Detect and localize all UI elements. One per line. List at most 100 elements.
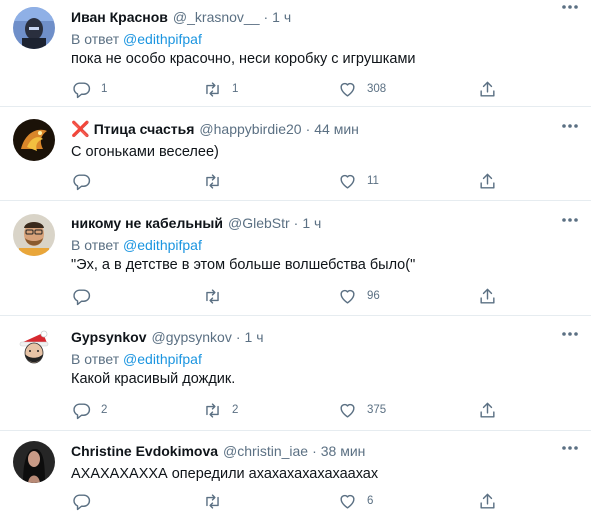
timestamp[interactable]: 1 ч — [302, 215, 321, 231]
timestamp[interactable]: 38 мин — [321, 443, 366, 459]
reply-button[interactable] — [72, 491, 101, 511]
retweet-icon — [206, 173, 219, 189]
tweet-actions: 96 — [72, 286, 512, 306]
timestamp[interactable]: 1 ч — [245, 329, 264, 345]
more-options-icon[interactable] — [561, 443, 579, 453]
share-icon — [480, 81, 495, 97]
reply-context: В ответ @edithpifpaf — [71, 235, 581, 255]
separator-dot: · — [263, 9, 269, 25]
more-options-icon[interactable] — [561, 121, 579, 131]
reply-context: В ответ @edithpifpaf — [71, 349, 581, 369]
reply-button[interactable] — [72, 171, 101, 191]
share-icon — [480, 173, 495, 189]
author-name[interactable]: Christine Evdokimova — [71, 443, 218, 459]
retweet-button[interactable] — [203, 286, 232, 306]
heart-icon — [340, 494, 355, 509]
separator-dot: · — [305, 121, 311, 137]
share-button[interactable] — [478, 491, 497, 511]
timestamp[interactable]: 44 мин — [314, 121, 359, 137]
reply-icon — [73, 402, 91, 419]
reply-button[interactable]: 2 — [72, 400, 107, 420]
like-count: 375 — [367, 404, 387, 416]
more-options-icon[interactable] — [561, 329, 579, 339]
reply-icon — [73, 173, 91, 190]
tweet[interactable]: Gypsynkov @gypsynkov · 1 ч В ответ @edit… — [0, 316, 591, 431]
retweet-count: 2 — [232, 404, 239, 416]
avatar[interactable] — [13, 214, 55, 256]
like-button[interactable]: 96 — [338, 286, 380, 306]
share-button[interactable] — [478, 286, 497, 306]
share-button[interactable] — [478, 171, 497, 191]
retweet-button[interactable]: 2 — [203, 400, 238, 420]
retweet-icon — [206, 493, 219, 509]
author-name[interactable]: Gypsynkov — [71, 329, 146, 345]
author-handle[interactable]: @GlebStr — [228, 215, 290, 231]
heart-icon — [340, 403, 355, 418]
reply-icon — [73, 493, 91, 510]
author-handle[interactable]: @happybirdie20 — [199, 121, 301, 137]
separator-dot: · — [293, 215, 299, 231]
more-options-icon[interactable] — [561, 2, 579, 12]
reply-context: В ответ @edithpifpaf — [71, 29, 581, 49]
avatar[interactable] — [13, 441, 55, 483]
author-handle[interactable]: @christin_iae — [223, 443, 308, 459]
reply-count: 1 — [101, 83, 108, 95]
retweet-button[interactable] — [203, 171, 232, 191]
tweet-text: С огоньками веселее) — [71, 144, 219, 160]
like-button[interactable]: 375 — [338, 400, 386, 420]
timestamp[interactable]: 1 ч — [272, 9, 291, 25]
heart-icon — [340, 174, 355, 189]
tweet-actions: 1 1 308 — [72, 79, 512, 99]
author-name[interactable]: никому не кабельный — [71, 215, 223, 231]
avatar[interactable] — [13, 7, 55, 49]
cross-mark-icon: ❌ — [71, 121, 90, 138]
like-count: 96 — [367, 290, 380, 302]
tweet-actions: 6 — [72, 491, 512, 511]
reply-icon — [73, 81, 91, 98]
tweet-actions: 2 2 375 — [72, 400, 512, 420]
reply-prefix: В ответ — [71, 31, 120, 47]
like-count: 308 — [367, 83, 387, 95]
like-button[interactable]: 6 — [338, 491, 373, 511]
reply-count: 2 — [101, 404, 108, 416]
mention-link[interactable]: @edithpifpaf — [123, 351, 202, 367]
tweet-text: Какой красивый дождик. — [71, 371, 236, 387]
tweet[interactable]: Иван Краснов @_krasnov__ · 1 ч В ответ @… — [0, 0, 591, 107]
more-options-icon[interactable] — [561, 215, 579, 225]
share-icon — [480, 288, 495, 304]
reply-feed: Иван Краснов @_krasnov__ · 1 ч В ответ @… — [0, 0, 591, 522]
reply-prefix: В ответ — [71, 237, 120, 253]
reply-button[interactable]: 1 — [72, 79, 107, 99]
author-name[interactable]: Иван Краснов — [71, 9, 168, 25]
retweet-icon — [206, 402, 219, 418]
avatar[interactable] — [13, 327, 55, 369]
share-icon — [480, 402, 495, 418]
separator-dot: · — [235, 329, 241, 345]
tweet[interactable]: ❌ Птица счастья @happybirdie20 · 44 мин … — [0, 107, 591, 201]
retweet-button[interactable] — [203, 491, 232, 511]
like-button[interactable]: 11 — [338, 171, 379, 191]
tweet-text: АХАХАХАХХА опередили ахахахахахахаахах — [71, 466, 379, 482]
author-handle[interactable]: @gypsynkov — [151, 329, 231, 345]
tweet[interactable]: Christine Evdokimova @christin_iae · 38 … — [0, 431, 591, 522]
retweet-button[interactable]: 1 — [203, 79, 238, 99]
author-name[interactable]: Птица счастья — [94, 121, 195, 137]
reply-button[interactable] — [72, 286, 101, 306]
mention-link[interactable]: @edithpifpaf — [123, 237, 202, 253]
retweet-icon — [206, 288, 219, 304]
avatar[interactable] — [13, 119, 55, 161]
retweet-count: 1 — [232, 83, 239, 95]
share-button[interactable] — [478, 79, 497, 99]
reply-prefix: В ответ — [71, 351, 120, 367]
tweet-actions: 11 — [72, 171, 512, 191]
like-count: 11 — [367, 175, 379, 187]
tweet[interactable]: никому не кабельный @GlebStr · 1 ч В отв… — [0, 201, 591, 316]
author-handle[interactable]: @_krasnov__ — [173, 9, 260, 25]
separator-dot: · — [312, 443, 317, 459]
share-button[interactable] — [478, 400, 497, 420]
mention-link[interactable]: @edithpifpaf — [123, 31, 202, 47]
heart-icon — [340, 289, 355, 304]
like-button[interactable]: 308 — [338, 79, 386, 99]
heart-icon — [340, 82, 355, 97]
share-icon — [480, 493, 495, 509]
